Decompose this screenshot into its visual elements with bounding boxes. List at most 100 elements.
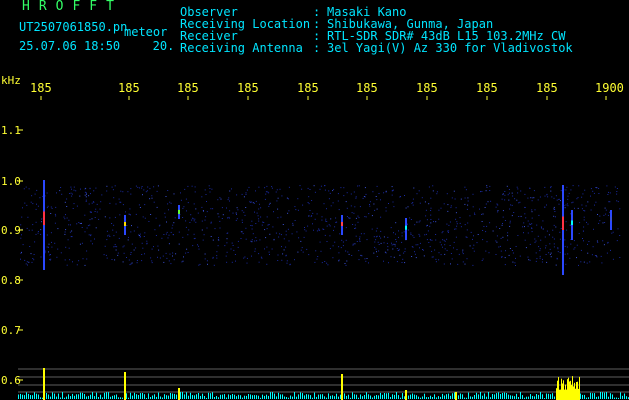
noise-speck — [332, 245, 334, 247]
noise-speck — [446, 193, 448, 195]
noise-speck — [68, 247, 70, 249]
noise-speck — [368, 262, 369, 264]
noise-speck — [507, 235, 509, 237]
noise-speck — [166, 221, 167, 223]
noise-speck — [413, 187, 415, 189]
noise-speck — [451, 258, 453, 260]
noise-speck — [499, 245, 501, 247]
level-burst — [569, 381, 570, 400]
noise-speck — [558, 199, 560, 200]
noise-speck — [158, 249, 160, 251]
level-burst — [556, 388, 557, 400]
noise-speck — [539, 196, 541, 198]
level-noise — [610, 393, 611, 399]
noise-speck — [269, 254, 270, 255]
noise-speck — [617, 201, 619, 203]
noise-speck — [597, 241, 599, 243]
noise-speck — [35, 233, 37, 235]
level-noise — [480, 392, 481, 399]
noise-speck — [555, 216, 556, 218]
noise-speck — [291, 233, 293, 235]
noise-speck — [237, 240, 239, 242]
noise-speck — [25, 186, 27, 188]
level-burst — [559, 389, 560, 400]
noise-speck — [482, 258, 484, 260]
level-noise — [364, 395, 365, 399]
level-noise — [468, 392, 469, 399]
noise-speck — [453, 241, 455, 243]
noise-speck — [606, 252, 608, 254]
noise-speck — [359, 239, 361, 241]
noise-speck — [403, 252, 405, 254]
noise-speck — [590, 209, 592, 211]
noise-speck — [459, 217, 461, 219]
noise-speck — [440, 207, 442, 209]
noise-speck — [596, 187, 598, 189]
noise-speck — [288, 198, 289, 200]
noise-speck — [115, 231, 117, 233]
noise-speck — [407, 206, 409, 208]
noise-speck — [295, 209, 297, 211]
noise-speck — [66, 206, 68, 207]
noise-speck — [443, 203, 445, 205]
noise-speck — [259, 239, 261, 241]
noise-speck — [286, 197, 288, 199]
noise-speck — [146, 190, 148, 192]
level-noise — [164, 394, 165, 399]
level-spike — [455, 392, 457, 400]
level-noise — [64, 397, 65, 399]
noise-speck — [130, 188, 132, 190]
level-noise — [200, 395, 201, 399]
level-noise — [248, 394, 249, 399]
noise-speck — [66, 198, 68, 200]
level-noise — [514, 396, 515, 399]
noise-speck — [450, 205, 452, 207]
noise-speck — [457, 263, 459, 265]
noise-speck — [334, 241, 336, 243]
noise-speck — [28, 229, 30, 231]
noise-speck — [411, 246, 413, 248]
level-noise — [142, 393, 143, 399]
level-noise — [182, 392, 183, 399]
noise-speck — [157, 185, 159, 187]
noise-speck — [540, 226, 542, 228]
noise-speck — [565, 263, 567, 265]
noise-speck — [527, 232, 529, 234]
noise-speck — [107, 235, 109, 237]
noise-speck — [206, 260, 208, 262]
noise-speck — [466, 208, 468, 210]
level-noise — [464, 397, 465, 399]
noise-speck — [549, 243, 551, 245]
y-tick-label: 0.8 — [1, 274, 21, 287]
noise-speck — [441, 232, 443, 234]
noise-speck — [363, 196, 365, 197]
noise-speck — [151, 248, 153, 250]
noise-speck — [206, 201, 207, 202]
noise-speck — [334, 226, 336, 228]
noise-speck — [393, 189, 394, 191]
noise-speck — [172, 252, 174, 254]
noise-speck — [307, 225, 309, 227]
noise-speck — [243, 257, 245, 259]
noise-speck — [151, 260, 153, 262]
noise-speck — [73, 186, 75, 188]
noise-speck — [304, 229, 306, 231]
noise-speck — [335, 217, 337, 219]
level-noise — [68, 394, 69, 399]
noise-speck — [341, 239, 343, 241]
noise-speck — [119, 214, 121, 216]
noise-speck — [534, 238, 536, 240]
level-noise — [76, 394, 77, 399]
level-noise — [606, 392, 607, 399]
level-noise — [308, 394, 309, 399]
noise-speck — [194, 191, 196, 193]
level-noise — [592, 393, 593, 399]
x-tick-marks — [40, 96, 607, 100]
noise-speck — [325, 220, 327, 222]
noise-speck — [394, 245, 396, 247]
noise-speck — [524, 213, 526, 215]
noise-speck — [583, 216, 585, 218]
noise-speck — [489, 222, 491, 224]
noise-speck — [508, 199, 510, 201]
level-noise — [422, 396, 423, 399]
